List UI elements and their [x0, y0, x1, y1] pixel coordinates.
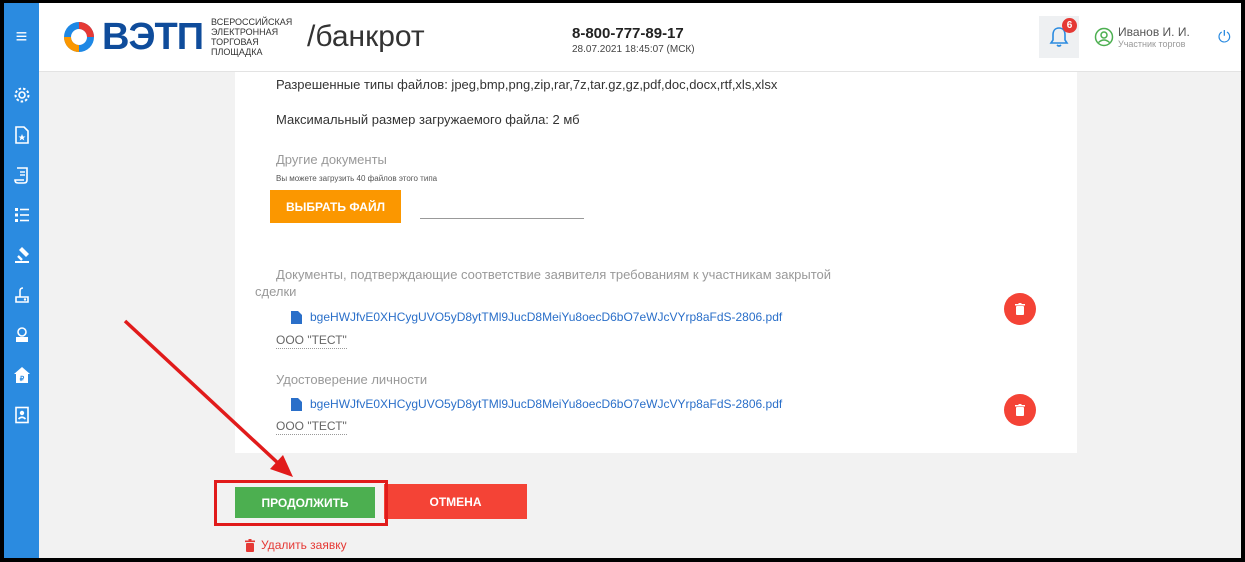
settings-icon[interactable] [4, 75, 39, 115]
uploaded-file-link[interactable]: bgeHWJfvE0XHCygUVO5yD8ytTMl9JucD8MeiYu8o… [291, 397, 782, 411]
logo-mark-icon [62, 20, 96, 54]
user-menu[interactable]: Иванов И. И. Участник торгов [1094, 25, 1190, 49]
file-name: bgeHWJfvE0XHCygUVO5yD8ytTMl9JucD8MeiYu8o… [310, 397, 783, 411]
file-name: bgeHWJfvE0XHCygUVO5yD8ytTMl9JucD8MeiYu8o… [310, 310, 783, 324]
application-form-card: Разрешенные типы файлов: jpeg,bmp,png,zi… [235, 72, 1077, 453]
contact-block: 8-800-777-89-17 28.07.2021 18:45:07 (МСК… [572, 25, 695, 55]
other-documents-label: Другие документы [276, 152, 387, 167]
logout-power-icon[interactable]: ⏻ [1218, 29, 1231, 47]
sidebar: ₽ [4, 72, 39, 558]
contacts-icon[interactable] [4, 395, 39, 435]
file-owner-org: ООО "ТЕСТ" [276, 419, 347, 435]
doc-type-label-cont: сделки [255, 284, 297, 299]
gavel-icon[interactable] [4, 235, 39, 275]
scroll-icon[interactable] [4, 155, 39, 195]
logo-text: ВЭТП [102, 16, 204, 58]
delete-application-link[interactable]: Удалить заявку [245, 538, 347, 552]
allowed-file-types: Разрешенные типы файлов: jpeg,bmp,png,zi… [276, 77, 778, 92]
notification-count-badge: 6 [1062, 18, 1077, 33]
trash-icon [1015, 303, 1025, 315]
top-header: ≡ ВЭТП Всероссийская электронная торгова… [4, 3, 1241, 72]
app-window: ≡ ВЭТП Всероссийская электронная торгова… [0, 0, 1245, 562]
svg-text:₽: ₽ [19, 375, 24, 383]
server-datetime: 28.07.2021 18:45:07 (МСК) [572, 44, 695, 55]
file-icon [291, 310, 302, 324]
hamburger-menu-icon[interactable]: ≡ [4, 3, 39, 72]
user-role: Участник торгов [1118, 39, 1186, 49]
auction-alt-icon[interactable] [4, 315, 39, 355]
list-icon[interactable] [4, 195, 39, 235]
section-title: /банкрот [307, 20, 425, 53]
logo-sub-line: торговая площадка [211, 37, 263, 57]
bank-icon[interactable]: ₽ [4, 355, 39, 395]
notifications-button[interactable]: 6 [1039, 16, 1079, 58]
user-name: Иванов И. И. [1118, 25, 1190, 39]
delete-file-button[interactable] [1004, 293, 1036, 325]
other-documents-hint: Вы можете загрузить 40 файлов этого типа [276, 174, 438, 183]
logo-sub-line: электронная [211, 27, 279, 37]
auction-icon[interactable] [4, 275, 39, 315]
file-owner-org: ООО "ТЕСТ" [276, 333, 347, 349]
logo-subtitle: Всероссийская электронная торговая площа… [211, 17, 301, 57]
delete-file-button[interactable] [1004, 394, 1036, 426]
trash-icon [245, 538, 255, 552]
doc-type-label: Удостоверение личности [276, 372, 428, 387]
phone-number: 8-800-777-89-17 [572, 25, 684, 42]
logo-sub-line: Всероссийская [211, 17, 293, 27]
file-icon [291, 397, 302, 411]
cancel-button[interactable]: ОТМЕНА [384, 484, 527, 519]
trash-icon [1015, 404, 1025, 416]
uploaded-file-link[interactable]: bgeHWJfvE0XHCygUVO5yD8ytTMl9JucD8MeiYu8o… [291, 310, 782, 324]
file-input-underline[interactable] [420, 218, 584, 219]
doc-type-label: Документы, подтверждающие соответствие з… [276, 267, 832, 282]
document-star-icon[interactable] [4, 115, 39, 155]
user-avatar-icon [1094, 27, 1114, 47]
delete-application-label: Удалить заявку [261, 538, 347, 552]
logo[interactable]: ВЭТП Всероссийская электронная торговая … [62, 17, 425, 57]
annotation-highlight-box [214, 480, 388, 526]
max-file-size: Максимальный размер загружаемого файла: … [276, 112, 580, 127]
choose-file-button[interactable]: ВЫБРАТЬ ФАЙЛ [270, 190, 401, 223]
